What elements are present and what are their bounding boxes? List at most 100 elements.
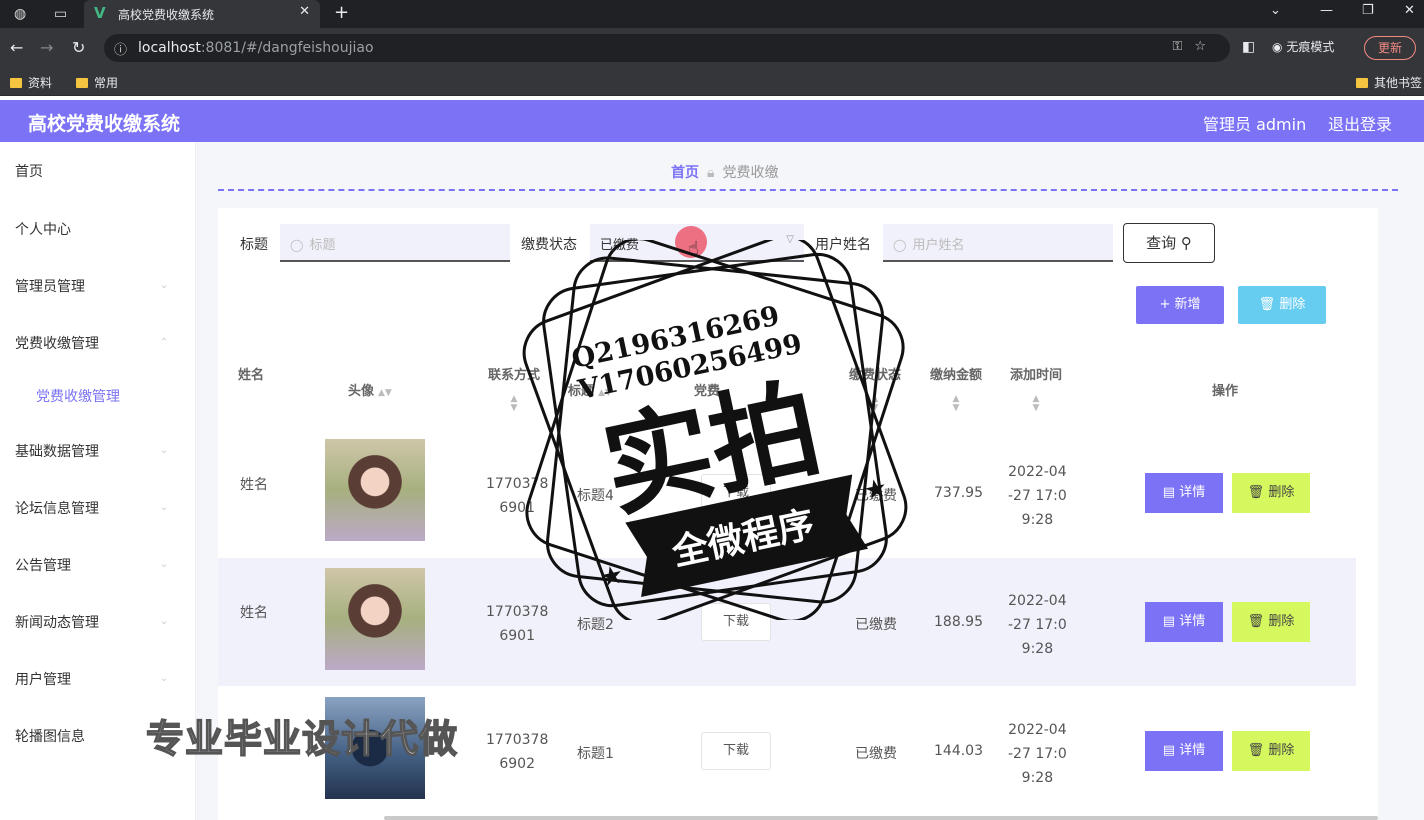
restore-icon[interactable]: ❐	[1362, 3, 1374, 18]
document-icon: ▤	[1162, 743, 1176, 758]
title-input[interactable]: ◯ 标题	[280, 224, 510, 262]
col-actions: 操作	[1212, 384, 1239, 399]
folder-icon	[10, 78, 22, 88]
bookmark-folder[interactable]: 常用	[76, 74, 118, 91]
star-icon: ★	[597, 560, 626, 594]
col-amount[interactable]: 缴纳金额 ▲ ▼	[926, 364, 986, 413]
cell-name: 姓名	[240, 477, 268, 493]
trash-icon: 🗑︎	[1247, 614, 1265, 629]
chevron-down-icon: ⌄	[160, 280, 169, 291]
back-icon[interactable]: ←	[10, 38, 23, 57]
delete-button[interactable]: 🗑︎ 删除	[1232, 602, 1310, 642]
avatar	[325, 439, 425, 541]
other-bookmarks[interactable]: 其他书签	[1356, 74, 1422, 91]
col-name[interactable]: 姓名	[238, 364, 264, 383]
app-header: 高校党费收缴系统 管理员 admin 退出登录	[0, 100, 1424, 142]
query-button[interactable]: 查询 ⚲	[1123, 223, 1215, 263]
sidebar-item-profile[interactable]: 个人中心	[15, 219, 71, 239]
col-added-time[interactable]: 添加时间 ▲ ▼	[1006, 364, 1066, 413]
plus-icon: +	[1159, 297, 1171, 312]
url-field[interactable]: ⓘ localhost:8081/#/dangfeishoujiao ⚿☆	[104, 34, 1230, 62]
sidebar-item-forum[interactable]: 论坛信息管理	[15, 498, 99, 518]
sidebar-panel-icon[interactable]: ◧	[1242, 39, 1255, 55]
chevron-down-icon: ⌄	[160, 559, 169, 570]
horizontal-scrollbar[interactable]	[384, 816, 1378, 820]
delete-button[interactable]: 🗑︎ 删除	[1232, 473, 1310, 513]
detail-button[interactable]: ▤ 详情	[1145, 473, 1223, 513]
close-window-icon[interactable]: ✕	[1404, 3, 1415, 18]
user-name-input[interactable]: ◯ 用户姓名	[883, 224, 1113, 262]
col-avatar[interactable]: 头像 ▲▼	[348, 380, 392, 399]
title-label: 标题	[240, 237, 268, 253]
chevron-down-icon: ⌄	[160, 445, 169, 456]
detail-button[interactable]: ▤ 详情	[1145, 602, 1223, 642]
sidebar-item-basedata[interactable]: 基础数据管理	[15, 441, 99, 461]
chevron-down-icon[interactable]: ⌄	[1270, 3, 1281, 18]
breadcrumb: 首页 🔒︎ 党费收缴	[671, 162, 778, 182]
stamp-watermark: Q2196316269 V17060256499 实拍 全微程序 ★ ★	[522, 240, 908, 620]
chevron-up-icon: ⌃	[160, 337, 169, 348]
download-button[interactable]: 下载	[701, 732, 771, 770]
cell-status: 已缴费	[855, 746, 897, 762]
sidebar-subitem-dues[interactable]: 党费收缴管理	[36, 386, 120, 406]
incognito-indicator[interactable]: ◉ 无痕模式	[1272, 38, 1334, 55]
sidebar-item-dues[interactable]: 党费收缴管理	[15, 333, 99, 353]
update-button[interactable]: 更新	[1364, 36, 1416, 60]
vue-logo-icon: V	[94, 4, 106, 22]
sort-icon: ▲▼	[952, 394, 960, 413]
search-icon: ⚲	[1180, 234, 1192, 252]
avatar	[325, 568, 425, 670]
logout-link[interactable]: 退出登录	[1328, 111, 1392, 135]
browser-tab-bar: ◍ ▭ V 高校党费收缴系统 ✕ + ⌄ — ❐ ✕	[0, 0, 1424, 28]
detail-button[interactable]: ▤ 详情	[1145, 731, 1223, 771]
globe-icon[interactable]: ◍	[14, 6, 26, 22]
window-icon[interactable]: ▭	[54, 6, 67, 22]
cell-added-time: 2022-04 -27 17:0 9:28	[1008, 722, 1067, 786]
cell-amount: 188.95	[934, 614, 983, 630]
new-tab-icon[interactable]: +	[334, 2, 349, 23]
cell-title: 标题1	[577, 746, 614, 762]
sidebar-item-news[interactable]: 新闻动态管理	[15, 612, 99, 632]
bookmarks-bar: 资料 常用 其他书签	[0, 68, 1424, 96]
incognito-icon: ◉	[1272, 40, 1283, 54]
url-path: :8081/#/dangfeishoujiao	[200, 40, 374, 56]
app-brand: 高校党费收缴系统	[28, 113, 181, 135]
cell-name: 姓名	[240, 605, 268, 621]
browser-tab[interactable]: V 高校党费收缴系统 ✕	[84, 0, 320, 28]
bookmark-folder[interactable]: 资料	[10, 74, 52, 91]
sidebar-item-home[interactable]: 首页	[15, 161, 43, 181]
minimize-icon[interactable]: —	[1320, 3, 1333, 18]
sidebar-item-carousel[interactable]: 轮播图信息	[15, 726, 85, 746]
forward-icon[interactable]: →	[40, 38, 53, 57]
delete-button[interactable]: 🗑︎ 删除	[1232, 731, 1310, 771]
bottom-watermark: 专业毕业设计代做	[145, 716, 459, 762]
add-button[interactable]: + 新增	[1136, 286, 1224, 324]
folder-icon	[76, 78, 88, 88]
star-icon[interactable]: ☆	[1194, 39, 1218, 54]
sidebar-item-admins[interactable]: 管理员管理	[15, 276, 85, 296]
chevron-down-icon: ⌄	[160, 673, 169, 684]
sort-icon: ▲▼	[378, 388, 392, 398]
sidebar-item-users[interactable]: 用户管理	[15, 669, 71, 689]
reload-icon[interactable]: ↻	[72, 38, 85, 57]
cell-phone: 1770378 6902	[486, 732, 549, 772]
tab-title: 高校党费收缴系统	[118, 8, 215, 22]
cell-added-time: 2022-04 -27 17:0 9:28	[1008, 464, 1067, 528]
sidebar-item-notice[interactable]: 公告管理	[15, 555, 71, 575]
chevron-down-icon: ⌄	[160, 616, 169, 627]
batch-delete-button[interactable]: 🗑︎ 删除	[1238, 286, 1326, 324]
lock-icon: 🔒︎	[707, 165, 715, 181]
document-icon: ▤	[1162, 485, 1176, 500]
key-icon[interactable]: ⚿	[1172, 39, 1194, 54]
trash-icon: 🗑︎	[1258, 297, 1276, 312]
cell-amount: 737.95	[934, 485, 983, 501]
admin-label: 管理员 admin	[1203, 115, 1307, 134]
trash-icon: 🗑︎	[1247, 485, 1265, 500]
breadcrumb-home[interactable]: 首页	[671, 165, 699, 181]
incognito-label: 无痕模式	[1286, 40, 1335, 54]
info-icon: ⓘ	[114, 43, 128, 58]
folder-icon	[1356, 78, 1368, 88]
address-bar: ← → ↻ ⓘ localhost:8081/#/dangfeishoujiao…	[0, 28, 1424, 68]
close-tab-icon[interactable]: ✕	[299, 4, 310, 19]
cell-added-time: 2022-04 -27 17:0 9:28	[1008, 593, 1067, 657]
